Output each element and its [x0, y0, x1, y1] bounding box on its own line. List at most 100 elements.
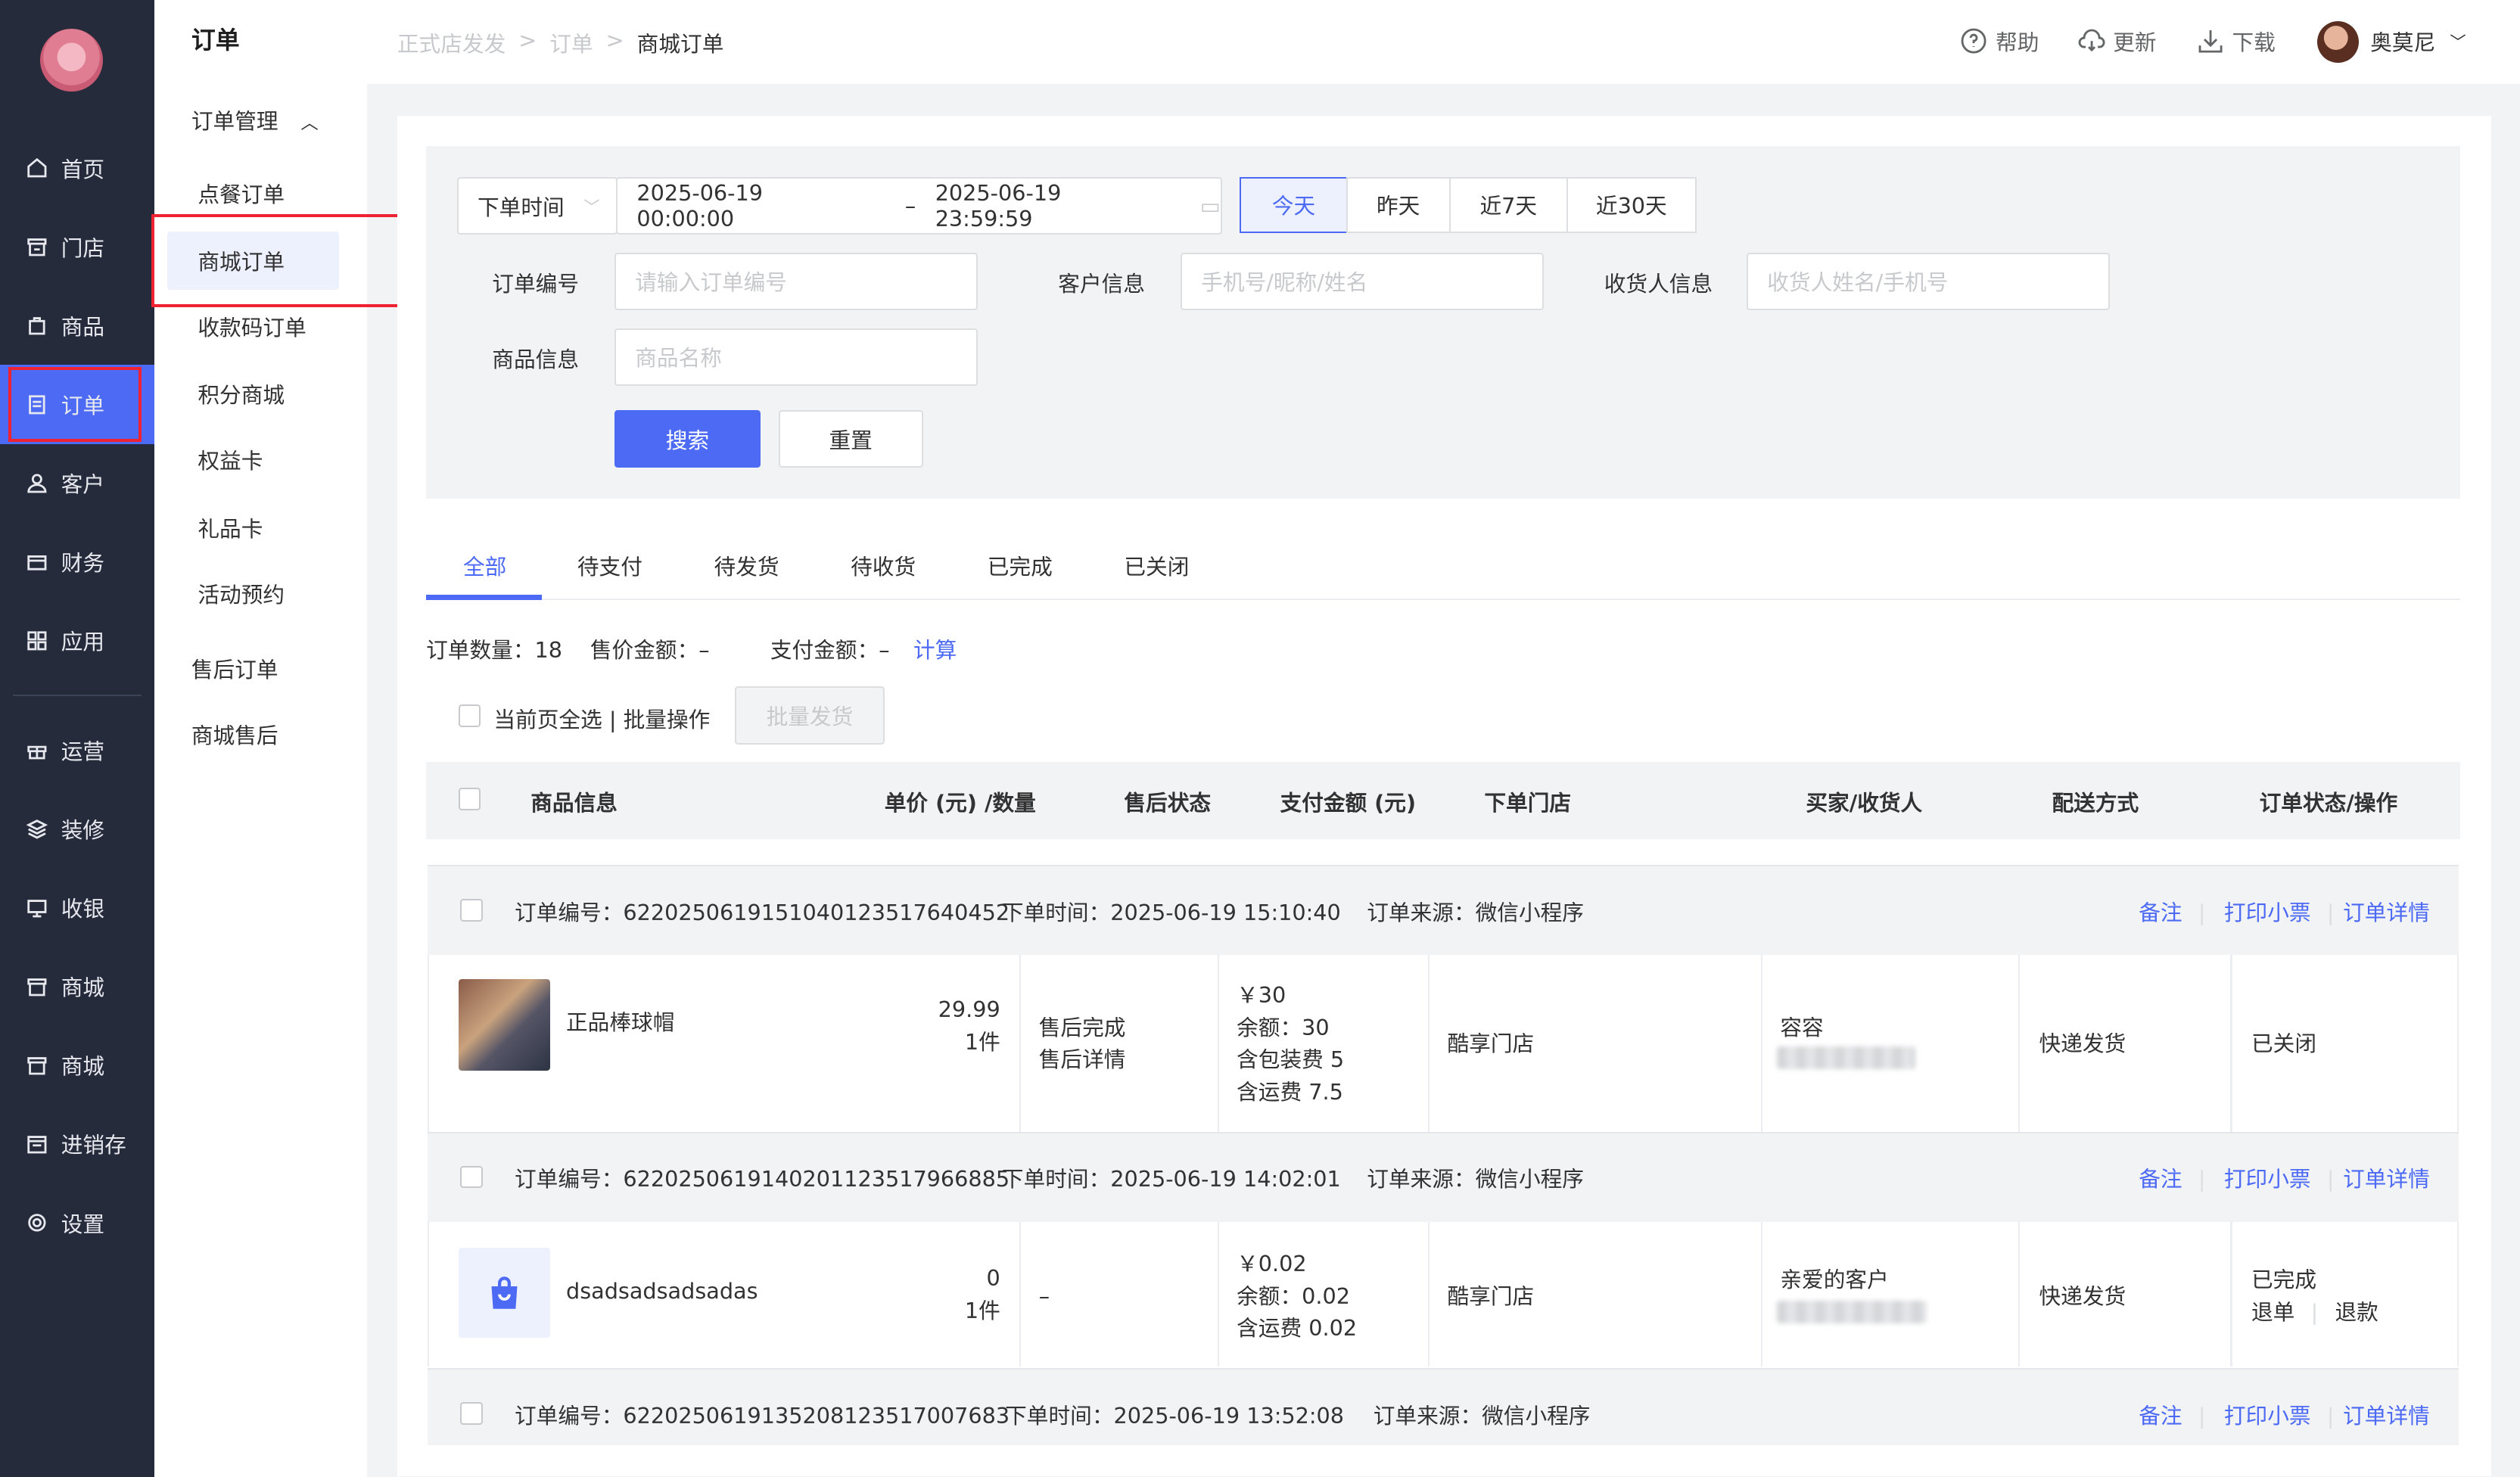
- update-button[interactable]: 更新: [2078, 26, 2157, 57]
- breadcrumb-shop[interactable]: 正式店发发: [397, 27, 506, 58]
- submenu-item-gift-card[interactable]: 礼品卡: [167, 499, 339, 557]
- customer-input[interactable]: 手机号/昵称/姓名: [1180, 252, 1544, 311]
- quick-30days[interactable]: 近30天: [1566, 176, 1697, 234]
- tabs-divider: [426, 598, 2461, 600]
- table-header: [426, 762, 2461, 840]
- submenu-after-sale-orders[interactable]: 售后订单: [191, 653, 278, 684]
- nav-operation[interactable]: 运营: [0, 711, 154, 789]
- order-detail-link[interactable]: 订单详情: [2343, 1162, 2430, 1193]
- after-sale-detail-link[interactable]: 售后详情: [1039, 1043, 1126, 1076]
- time-type-select[interactable]: 下单时间 ﹀: [456, 176, 618, 235]
- avatar[interactable]: [2317, 20, 2360, 63]
- quick-7days[interactable]: 近7天: [1448, 176, 1568, 234]
- submenu-mall-after-sale[interactable]: 商城售后: [191, 719, 278, 750]
- goods-label: 商品信息: [492, 346, 579, 372]
- note-link[interactable]: 备注 |: [2139, 1162, 2222, 1193]
- buyer-link[interactable]: 容容: [1780, 1012, 1823, 1044]
- delivery-method: 快递发货: [2039, 1283, 2126, 1309]
- buyer-link[interactable]: 亲爱的客户: [1780, 1264, 1888, 1296]
- store-link[interactable]: 酷享门店: [1448, 1028, 1535, 1060]
- goods-input[interactable]: 商品名称: [614, 328, 978, 386]
- start-date[interactable]: 2025-06-19 00:00:00: [636, 180, 863, 232]
- nav-decoration[interactable]: 装修: [0, 789, 154, 868]
- tab-pending-receipt[interactable]: 待收货: [851, 550, 916, 581]
- calculate-link[interactable]: 计算: [913, 633, 957, 664]
- nav-mall[interactable]: 商城: [0, 947, 154, 1026]
- cancel-order-link[interactable]: 退单 |: [2251, 1296, 2335, 1329]
- submenu-item-qr-orders[interactable]: 收款码订单: [167, 297, 339, 356]
- refund-link[interactable]: 退款: [2335, 1296, 2378, 1329]
- order-source: 订单来源：微信小程序: [1373, 1402, 1591, 1429]
- order-checkbox[interactable]: [459, 1165, 483, 1189]
- nav-customers[interactable]: 客户: [0, 444, 154, 523]
- product-name[interactable]: dsadsadsadsadas: [566, 1275, 758, 1308]
- submenu-item-mall-orders[interactable]: 商城订单: [167, 232, 340, 290]
- quick-today[interactable]: 今天: [1240, 176, 1348, 234]
- nav-goods[interactable]: 商品: [0, 286, 154, 365]
- order-detail-link[interactable]: 订单详情: [2343, 896, 2430, 927]
- nav-store[interactable]: 门店: [0, 207, 154, 286]
- col-price-qty: 单价 (元) /数量: [884, 790, 1036, 816]
- nav-mall-2[interactable]: 商城: [0, 1026, 154, 1105]
- print-receipt-link[interactable]: 打印小票 |: [2224, 1162, 2350, 1193]
- order-no-input[interactable]: 请输入订单编号: [614, 252, 978, 311]
- order-time: 下单时间：2025-06-19 14:02:01: [1001, 1166, 1341, 1192]
- date-range-picker[interactable]: 2025-06-19 00:00:00 – 2025-06-19 23:59:5…: [615, 176, 1222, 235]
- order-source: 订单来源：微信小程序: [1367, 1166, 1584, 1192]
- nav-finance[interactable]: 财务: [0, 523, 154, 602]
- nav-orders[interactable]: 订单: [0, 365, 154, 444]
- nav-cashier[interactable]: 收银: [0, 869, 154, 947]
- select-all-checkbox[interactable]: [458, 704, 481, 727]
- divider: [1019, 955, 1022, 1132]
- shopping-bag-icon: [491, 1276, 518, 1309]
- col-status: 订单状态/操作: [2259, 790, 2398, 816]
- divider: [1217, 955, 1219, 1132]
- breadcrumb: 正式店发发 > 订单 > 商城订单: [397, 27, 724, 58]
- submenu-group-order-management[interactable]: 订单管理 ︿: [191, 104, 319, 135]
- nav-inventory[interactable]: 进销存: [0, 1105, 154, 1183]
- tab-completed[interactable]: 已完成: [988, 550, 1053, 581]
- download-button[interactable]: 下载: [2197, 26, 2276, 57]
- batch-ship-button[interactable]: 批量发货: [735, 686, 885, 745]
- help-button[interactable]: 帮助: [1960, 26, 2039, 57]
- quick-yesterday[interactable]: 昨天: [1346, 176, 1451, 234]
- order-detail-link[interactable]: 订单详情: [2343, 1399, 2430, 1430]
- nav-settings[interactable]: 设置: [0, 1183, 154, 1262]
- order-checkbox[interactable]: [459, 898, 483, 922]
- order-checkbox[interactable]: [459, 1402, 483, 1425]
- reset-button[interactable]: 重置: [778, 409, 923, 468]
- note-link[interactable]: 备注 |: [2139, 1399, 2222, 1430]
- submenu-title: 订单: [191, 25, 240, 54]
- bag-icon: [29, 317, 45, 335]
- tab-closed[interactable]: 已关闭: [1124, 550, 1189, 581]
- submenu-item-points-mall[interactable]: 积分商城: [167, 365, 339, 423]
- submenu-item-reservation[interactable]: 活动预约: [167, 564, 339, 623]
- product-name[interactable]: 正品棒球帽: [566, 1006, 674, 1039]
- nav-apps[interactable]: 应用: [0, 602, 154, 680]
- sale-amount: 售价金额：–: [590, 637, 710, 664]
- tab-all[interactable]: 全部: [463, 550, 506, 581]
- col-pay: 支付金额 (元): [1280, 790, 1417, 816]
- header-checkbox[interactable]: [458, 788, 481, 810]
- user-icon: [27, 474, 47, 493]
- divider: [1760, 955, 1762, 1132]
- end-date[interactable]: 2025-06-19 23:59:59: [935, 180, 1162, 232]
- note-link[interactable]: 备注 |: [2139, 896, 2222, 927]
- quantity: 1件: [964, 1028, 1000, 1055]
- nav-home[interactable]: 首页: [0, 129, 154, 207]
- col-goods: 商品信息: [530, 790, 618, 816]
- tab-pending-payment[interactable]: 待支付: [577, 550, 642, 581]
- divider: [2018, 955, 2020, 1132]
- tab-pending-shipment[interactable]: 待发货: [714, 550, 779, 581]
- submenu-item-benefit-card[interactable]: 权益卡: [167, 431, 339, 490]
- store-link[interactable]: 酷享门店: [1448, 1280, 1535, 1313]
- breadcrumb-orders[interactable]: 订单: [549, 27, 593, 58]
- print-receipt-link[interactable]: 打印小票 |: [2224, 1399, 2350, 1430]
- user-menu[interactable]: 奥莫尼 ﹀: [2370, 26, 2466, 57]
- receiver-input[interactable]: 收货人姓名/手机号: [1746, 252, 2110, 311]
- home-icon: [27, 158, 47, 178]
- submenu-item-dining[interactable]: 点餐订单: [167, 164, 339, 222]
- print-receipt-link[interactable]: 打印小票 |: [2224, 896, 2350, 927]
- search-button[interactable]: 搜索: [614, 409, 761, 468]
- divider: [1428, 955, 1430, 1132]
